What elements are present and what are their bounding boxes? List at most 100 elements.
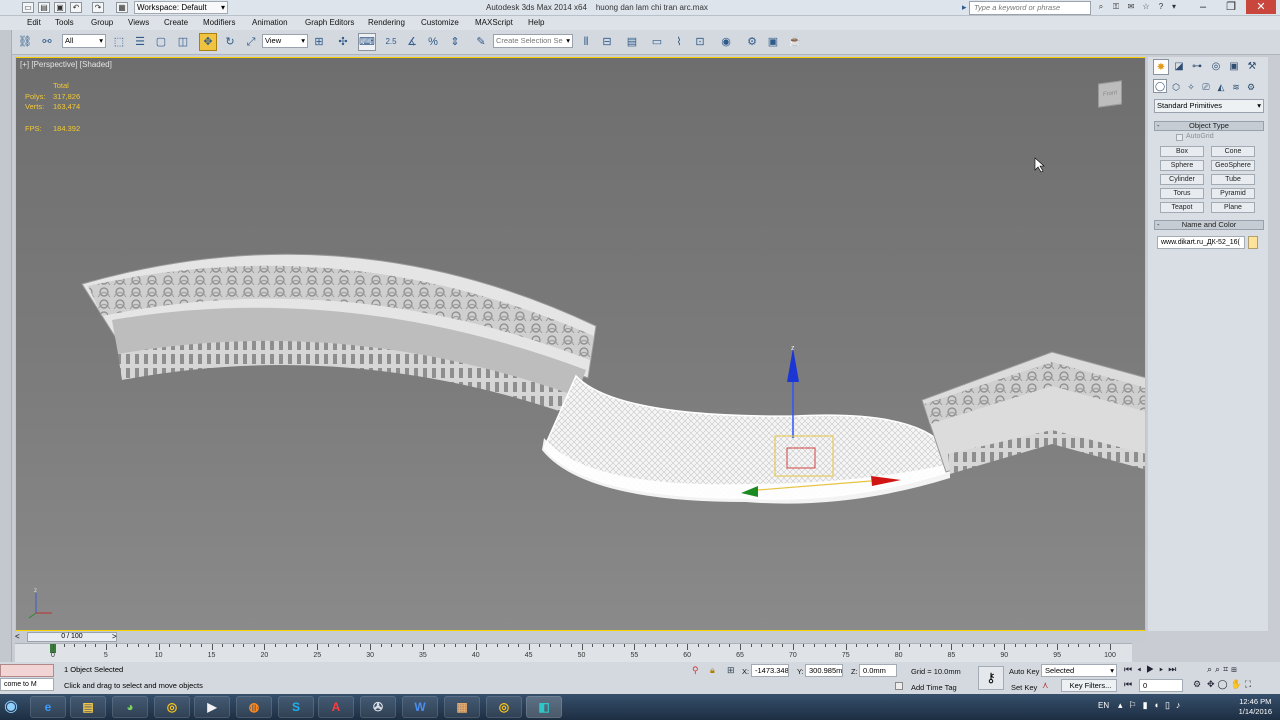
close-icon[interactable]: ✕ [1246,0,1276,14]
subscription-icon[interactable]: ⚿ [1110,2,1122,13]
y-coordinate-field[interactable]: 300.985m [805,664,843,677]
menu-help[interactable]: Help [528,18,544,27]
word-icon[interactable]: W [402,696,438,718]
hierarchy-tab-icon[interactable]: ⊶ [1189,59,1205,75]
skype-icon[interactable]: S [278,696,314,718]
modify-tab-icon[interactable]: ◪ [1171,59,1187,75]
autocad-icon[interactable]: A [318,696,354,718]
object-color-swatch[interactable] [1248,236,1258,249]
percent-snap-icon[interactable]: % [424,33,442,51]
material-editor-icon[interactable]: ◉ [717,33,735,51]
maxscript-listener-field[interactable]: come to M [0,678,54,691]
favorites-icon[interactable]: ☆ [1140,2,1152,13]
pivot-center-icon[interactable]: ⊞ [310,33,328,51]
box-button[interactable]: Box [1160,146,1204,157]
spinner-snap-icon[interactable]: ⇕ [446,33,464,51]
create-tab-icon[interactable]: ✸ [1153,59,1169,75]
help-icon[interactable]: ? [1155,2,1167,13]
perspective-viewport[interactable]: [+] [Perspective] [Shaded] Total Polys: … [15,57,1146,631]
teapot-button[interactable]: Teapot [1160,202,1204,213]
playback-controls[interactable]: ⏮◂▶▸⏭ [1124,664,1181,675]
video-icon[interactable]: ✇ [360,696,396,718]
track-bar[interactable]: 0 5 10 15 20 25 30 35 40 45 50 55 60 65 70 75 80 85 90 95 10… [15,643,1132,662]
snaps-toggle-icon[interactable]: 2.5 [380,33,402,51]
menu-tools[interactable]: Tools [55,18,74,27]
select-by-name-icon[interactable]: ☰ [131,33,149,51]
time-next-icon[interactable]: > [112,632,120,642]
key-mode-toggle-icon[interactable]: ⏮ [1124,679,1132,690]
app-green-icon[interactable]: ◕ [112,696,148,718]
isolate-selection-icon[interactable]: ⚲ [692,665,699,676]
chrome-2-icon[interactable]: ◎ [486,696,522,718]
viewport-navigation-bottom[interactable]: ✥◯✋⛶ [1207,679,1254,690]
menu-customize[interactable]: Customize [421,18,459,27]
help-dropdown-icon[interactable]: ▾ [1168,2,1180,13]
redo-icon[interactable]: ↷ [92,2,104,13]
language-indicator[interactable]: EN [1098,701,1109,710]
window-crossing-icon[interactable]: ◫ [174,33,192,51]
unlink-icon[interactable]: ⚯ [38,33,56,51]
maxscript-listener-top[interactable] [0,664,54,677]
chrome-icon[interactable]: ◎ [154,696,190,718]
system-tray-icons[interactable]: ▴⚐▮◖▯♪ [1118,700,1186,711]
sphere-button[interactable]: Sphere [1160,160,1204,171]
search-input[interactable]: Type a keyword or phrase [969,1,1091,15]
schematic-view-icon[interactable]: ⊡ [691,33,709,51]
mirror-icon[interactable]: ⫴ [577,33,595,51]
tube-button[interactable]: Tube [1211,174,1255,185]
curve-editor-icon[interactable]: ⌇ [670,33,688,51]
menu-rendering[interactable]: Rendering [368,18,405,27]
menu-maxscript[interactable]: MAXScript [475,18,513,27]
menu-group[interactable]: Group [91,18,113,27]
time-prev-icon[interactable]: < [15,632,23,642]
cylinder-button[interactable]: Cylinder [1160,174,1204,185]
named-selection-set-dropdown[interactable]: Create Selection Se ▾ [493,34,573,48]
menu-animation[interactable]: Animation [252,18,288,27]
geosphere-button[interactable]: GeoSphere [1211,160,1255,171]
shapes-icon[interactable]: ⬡ [1169,79,1183,93]
select-and-manipulate-icon[interactable]: ✣ [334,33,352,51]
selection-filter-dropdown[interactable]: All ▾ [62,34,106,48]
absolute-mode-icon[interactable]: ⊞ [727,665,735,676]
render-production-icon[interactable]: ☕ [786,33,804,51]
communication-icon[interactable]: ✉ [1125,2,1137,13]
media-player-icon[interactable]: ▶ [194,696,230,718]
3ds-max-icon[interactable]: ◧ [526,696,562,718]
open-file-icon[interactable]: ▤ [38,2,50,13]
keyboard-shortcut-icon[interactable]: ⌨ [358,33,376,51]
rectangular-selection-icon[interactable]: ▢ [152,33,170,51]
app-brown-icon[interactable]: ▦ [444,696,480,718]
new-file-icon[interactable]: ▭ [22,2,34,13]
render-setup-icon[interactable]: ⚙ [743,33,761,51]
undo-icon[interactable]: ↶ [70,2,82,13]
file-explorer-icon[interactable]: ▤ [70,696,106,718]
start-button-icon[interactable]: ◉ [0,694,22,720]
viewcube[interactable]: Front [1098,80,1122,108]
object-name-field[interactable]: www.dikart.ru_ДК-52_16( [1157,236,1245,249]
display-tab-icon[interactable]: ▣ [1226,59,1242,75]
set-key-mode-icon[interactable]: ⚷ [978,666,1004,690]
viewport-navigation-top[interactable]: ⌕⌕⌗⊞ [1207,664,1240,675]
utilities-tab-icon[interactable]: ⚒ [1244,59,1260,75]
layer-manager-icon[interactable]: ▤ [623,33,641,51]
name-and-color-rollout[interactable]: - Name and Color [1154,220,1264,230]
time-tag-icon[interactable] [895,682,903,690]
graphite-ribbon-icon[interactable]: ▭ [648,33,666,51]
motion-tab-icon[interactable]: ◎ [1208,59,1224,75]
save-icon[interactable]: ▣ [54,2,66,13]
auto-key-button[interactable]: Auto Key [1009,667,1039,676]
autogrid-checkbox[interactable] [1176,134,1183,141]
menu-views[interactable]: Views [128,18,149,27]
minimize-icon[interactable]: – [1188,0,1218,14]
time-slider-thumb[interactable]: 0 / 100 [27,632,117,642]
plane-button[interactable]: Plane [1211,202,1255,213]
select-and-link-icon[interactable]: ⛓ [16,33,34,51]
cone-button[interactable]: Cone [1211,146,1255,157]
workspace-dropdown[interactable]: Workspace: Default ▾ [134,1,228,14]
add-time-tag-label[interactable]: Add Time Tag [911,683,957,692]
key-mode-dropdown[interactable]: Selected ▾ [1041,664,1117,677]
lights-icon[interactable]: ✧ [1184,79,1198,93]
current-frame-field[interactable]: 0 [1139,679,1183,692]
time-configuration-icon[interactable]: ⚙ [1193,679,1201,690]
select-and-move-icon[interactable]: ✥ [199,33,217,51]
